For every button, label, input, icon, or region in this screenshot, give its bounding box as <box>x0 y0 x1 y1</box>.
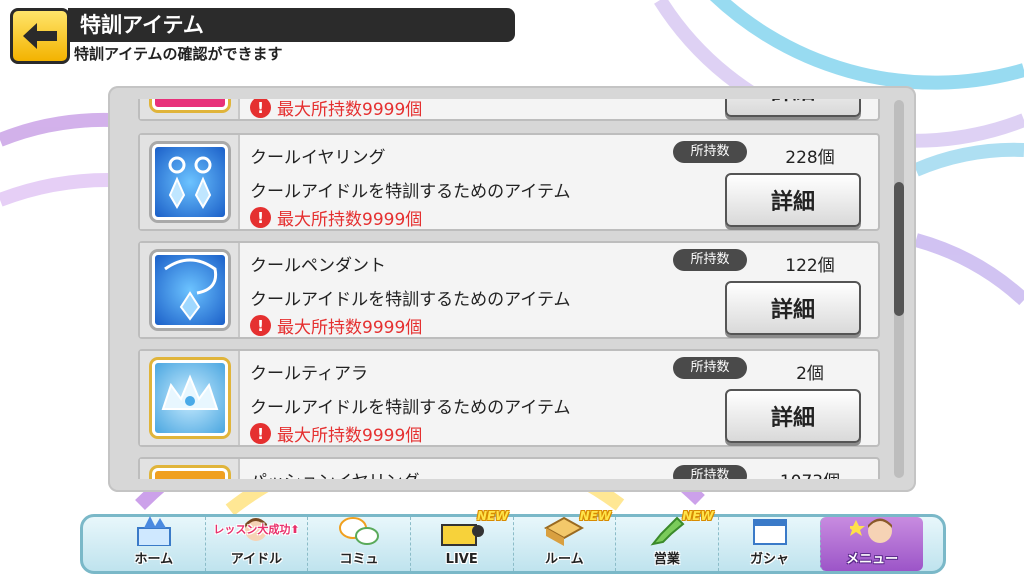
nav-commu[interactable]: コミュ <box>307 517 410 571</box>
item-description: クールアイドルを特訓するためのアイテム <box>250 182 571 202</box>
tiara-icon <box>152 360 228 436</box>
scrollbar-thumb[interactable] <box>894 182 904 316</box>
warning-icon: ! <box>250 207 271 228</box>
warning-icon: ! <box>250 99 271 118</box>
nav-home[interactable]: ホーム <box>103 514 205 571</box>
item-list[interactable]: ! 最大所持数9999個 詳細 クールイヤリング 所持数 228個 <box>138 99 890 479</box>
lesson-success-banner: レッスン大成功⬆ <box>213 523 300 536</box>
nav-gacha[interactable]: ガシャ <box>717 516 821 571</box>
list-item: クールイヤリング 所持数 228個 クールアイドルを特訓するためのアイテム ! … <box>138 133 880 231</box>
arrow-left-icon <box>23 23 57 49</box>
nav-live[interactable]: NEW LIVE <box>409 509 513 571</box>
owned-badge: 所持数 <box>673 141 747 163</box>
header: 特訓アイテム 特訓アイテムの確認ができます <box>10 8 515 64</box>
nav-idol[interactable]: レッスン大成功⬆ アイドル <box>204 517 308 571</box>
detail-button[interactable]: 詳細 <box>725 173 861 227</box>
item-description: クールアイドルを特訓するためのアイテム <box>250 290 571 310</box>
owned-count: 228個 <box>785 148 835 168</box>
item-description: クールアイドルを特訓するためのアイテム <box>250 398 571 418</box>
pendant-icon <box>152 252 228 328</box>
menu-icon <box>847 516 897 546</box>
owned-badge: 所持数 <box>673 249 747 271</box>
list-item: クールティアラ 所持数 2個 クールアイドルを特訓するためのアイテム ! 最大所… <box>138 349 880 447</box>
list-item: パッションイヤリング 所持数 1073個 <box>138 457 880 479</box>
new-badge: NEW <box>579 509 612 523</box>
earring-icon <box>152 144 228 220</box>
detail-button[interactable]: 詳細 <box>725 281 861 335</box>
item-max-limit: ! 最大所持数9999個 <box>250 205 422 230</box>
owned-count: 2個 <box>796 364 824 384</box>
nav-eigyo[interactable]: NEW 営業 <box>615 509 718 571</box>
item-thumbnail <box>152 468 228 479</box>
item-max-limit: ! 最大所持数9999個 <box>250 99 422 120</box>
item-name: パッションイヤリング <box>250 467 420 479</box>
castle-icon <box>129 514 179 546</box>
item-list-panel: ! 最大所持数9999個 詳細 クールイヤリング 所持数 228個 <box>108 86 916 492</box>
nav-menu[interactable]: メニュー <box>820 517 923 571</box>
bottom-nav: ホーム レッスン大成功⬆ アイドル コミュ NEW LIVE NEW ルーム N… <box>80 509 946 574</box>
item-name: クールティアラ <box>250 364 368 384</box>
list-item: ! 最大所持数9999個 詳細 <box>138 99 880 121</box>
item-name: クールイヤリング <box>250 148 386 168</box>
owned-count: 122個 <box>785 256 835 276</box>
detail-button[interactable]: 詳細 <box>725 389 861 443</box>
item-max-limit: ! 最大所持数9999個 <box>250 421 422 446</box>
owned-count: 1073個 <box>760 467 860 479</box>
back-button[interactable] <box>10 8 70 64</box>
new-badge: NEW <box>682 509 714 523</box>
page-subtitle: 特訓アイテムの確認ができます <box>74 45 283 63</box>
chat-icon <box>334 516 384 546</box>
page-title: 特訓アイテム <box>68 8 515 42</box>
item-max-limit: ! 最大所持数9999個 <box>250 313 422 338</box>
warning-icon: ! <box>250 315 271 336</box>
list-item: クールペンダント 所持数 122個 クールアイドルを特訓するためのアイテム ! … <box>138 241 880 339</box>
item-name: クールペンダント <box>250 256 386 276</box>
warning-icon: ! <box>250 423 271 444</box>
nav-room[interactable]: NEW ルーム <box>512 509 616 571</box>
item-thumbnail <box>152 99 228 110</box>
owned-badge: 所持数 <box>673 357 747 379</box>
detail-button[interactable]: 詳細 <box>725 99 861 117</box>
new-badge: NEW <box>477 509 509 523</box>
gacha-icon <box>745 516 795 546</box>
owned-badge: 所持数 <box>673 465 747 479</box>
